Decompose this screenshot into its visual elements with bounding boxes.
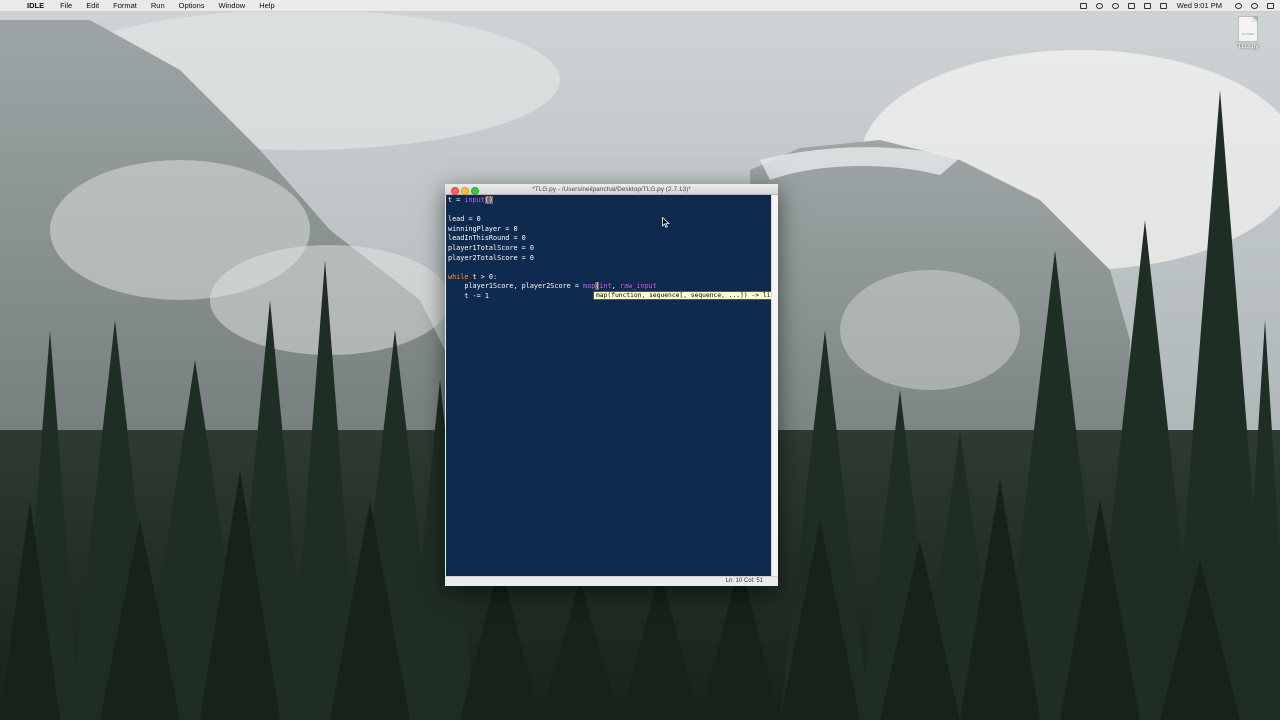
code-line-1: t = input() [448,196,494,204]
menu-app-name[interactable]: IDLE [27,0,44,11]
battery-icon[interactable] [1159,2,1167,9]
menu-bar: IDLE File Edit Format Run Options Window… [0,0,1280,12]
window-title: *TLG.py - /Users/neilpanchal/Desktop/TLG… [532,186,691,193]
wifi-icon[interactable] [1111,2,1119,9]
airplay-icon[interactable] [1127,2,1135,9]
menu-edit[interactable]: Edit [86,0,99,11]
menu-items: IDLE File Edit Format Run Options Window… [27,0,289,11]
desktop-file-tlg[interactable]: PYTHON TLG.py [1232,16,1264,50]
calltip: map(function, sequence[, sequence, ...])… [593,291,771,300]
code-line-7: player2TotalScore = 0 [448,253,534,262]
mouse-pointer-icon [662,217,670,228]
time-machine-icon[interactable] [1095,2,1103,9]
code-text: t = input() lead = 0 winningPlayer = 0 l… [448,196,657,302]
user-icon[interactable] [1251,2,1258,9]
menu-help[interactable]: Help [259,0,274,11]
menu-window[interactable]: Window [219,0,246,11]
menu-run[interactable]: Run [151,0,165,11]
window-titlebar[interactable]: *TLG.py - /Users/neilpanchal/Desktop/TLG… [445,184,778,195]
code-line-11: t -= 1 [448,291,489,300]
code-editor[interactable]: t = input() lead = 0 winningPlayer = 0 l… [446,195,771,576]
file-type-tag: PYTHON [1241,32,1255,36]
desktop: IDLE File Edit Format Run Options Window… [0,0,1280,720]
cursor-position: Ln: 10 Col: 51 [725,578,763,584]
notification-center-icon[interactable] [1267,2,1274,9]
python-file-icon: PYTHON [1238,16,1258,42]
status-bar: Ln: 10 Col: 51 [445,576,778,586]
desktop-file-label: TLG.py [1237,43,1259,50]
code-line-9: while t > 0: [448,272,498,281]
idle-editor-window: *TLG.py - /Users/neilpanchal/Desktop/TLG… [445,184,778,586]
spotlight-icon[interactable] [1235,2,1242,9]
status-menus: Wed 9:01 PM [1071,0,1274,11]
code-line-4: winningPlayer = 0 [448,224,518,233]
volume-icon[interactable] [1143,2,1151,9]
code-line-3: lead = 0 [448,215,481,224]
code-line-10: player1Score, player2Score = map(int, ra… [448,282,657,291]
menu-format[interactable]: Format [113,0,137,11]
code-line-6: player1TotalScore = 0 [448,243,534,252]
code-line-5: leadInThisRound = 0 [448,234,526,243]
menu-options[interactable]: Options [179,0,205,11]
menu-clock[interactable]: Wed 9:01 PM [1177,0,1222,11]
screen-record-icon[interactable] [1079,2,1087,9]
menu-file[interactable]: File [60,0,72,11]
vertical-scrollbar[interactable] [771,195,778,576]
